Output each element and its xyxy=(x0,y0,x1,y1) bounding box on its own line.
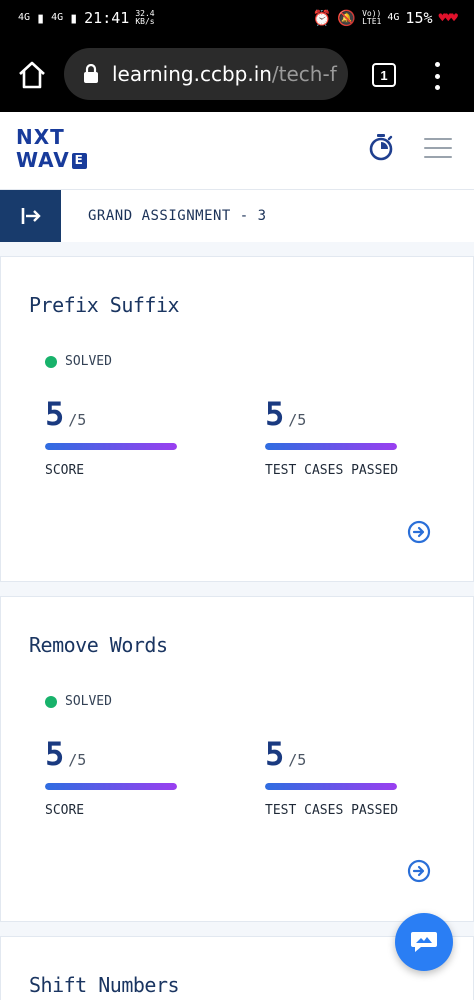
score-total: /5 xyxy=(68,411,87,429)
tests-label: TEST CASES PASSED xyxy=(265,803,399,818)
score-metric: 5/5 SCORE xyxy=(45,395,177,478)
logo-line-2: WAV E xyxy=(16,149,87,172)
tests-value: 5 xyxy=(265,735,285,773)
lte-label: LTE1 xyxy=(362,17,382,26)
score-progress-fill xyxy=(45,783,177,790)
tab-count: 1 xyxy=(380,67,388,83)
signal-icon: ▮ xyxy=(36,9,46,27)
address-bar[interactable]: learning.ccbp.in/tech-f xyxy=(64,48,348,100)
logo-line-2-text: WAV xyxy=(16,148,70,172)
lock-icon xyxy=(84,64,98,83)
hamburger-line xyxy=(424,138,452,140)
score-label: SCORE xyxy=(45,463,85,478)
hearts-icon: ♥♥♥ xyxy=(438,10,459,26)
problem-title: Remove Words xyxy=(29,633,168,657)
battery-level: 15% xyxy=(405,9,433,27)
status-text: SOLVED xyxy=(65,354,112,369)
tests-label: TEST CASES PASSED xyxy=(265,463,399,478)
score-progress-fill xyxy=(45,443,177,450)
tab-switcher-button[interactable]: 1 xyxy=(372,63,396,87)
url-host: learning.ccbp.in xyxy=(112,62,272,86)
solved-dot-icon xyxy=(45,695,57,708)
chat-icon xyxy=(411,932,437,952)
status-bar: 4G ▮ 4G ▮ 21:41 32.4 KB/s ⏰ 🔕 Vo)) LTE1 … xyxy=(0,0,474,38)
tests-metric: 5/5 TEST CASES PASSED xyxy=(265,395,398,478)
problem-title: Prefix Suffix xyxy=(29,293,180,317)
network-speed-unit: KB/s xyxy=(135,17,155,26)
problem-title: Shift Numbers xyxy=(29,973,180,997)
clock: 21:41 xyxy=(84,9,130,27)
problem-status: SOLVED xyxy=(45,694,112,709)
score-label: SCORE xyxy=(45,803,85,818)
score-progress-bar xyxy=(45,443,177,450)
score-progress-bar xyxy=(45,783,177,790)
status-bar-left: 4G ▮ 4G ▮ 21:41 32.4 KB/s xyxy=(18,9,155,27)
arrow-circle-right-icon[interactable] xyxy=(407,520,431,544)
score-value: 5 xyxy=(45,395,65,433)
sim1-network: 4G xyxy=(18,12,31,23)
sim2-network: 4G xyxy=(51,12,64,23)
stopwatch-icon[interactable] xyxy=(368,133,394,161)
assignment-title: GRAND ASSIGNMENT - 3 xyxy=(88,208,267,224)
menu-dot xyxy=(434,73,440,79)
menu-dot xyxy=(434,62,440,67)
sidebar-toggle-icon xyxy=(21,208,41,224)
score-value: 5 xyxy=(45,735,65,773)
url-path: /tech-f xyxy=(271,62,337,86)
chat-button[interactable] xyxy=(395,913,453,971)
tests-progress-bar xyxy=(265,783,397,790)
network-type: 4G xyxy=(387,12,400,23)
score-metric: 5/5 SCORE xyxy=(45,735,177,818)
solved-dot-icon xyxy=(45,355,57,368)
score-total: /5 xyxy=(68,751,87,769)
assignment-header: GRAND ASSIGNMENT - 3 xyxy=(0,190,474,242)
nxtwave-logo[interactable]: NXT WAV E xyxy=(16,126,87,172)
volte-indicator: Vo)) LTE1 xyxy=(362,10,381,26)
tests-progress-fill xyxy=(265,443,397,450)
tests-metric: 5/5 TEST CASES PASSED xyxy=(265,735,398,818)
mute-icon: 🔕 xyxy=(337,9,357,27)
menu-dot xyxy=(434,85,440,90)
problem-card[interactable]: Prefix Suffix SOLVED 5/5 SCORE 5/5 TEST … xyxy=(0,256,474,582)
signal-icon: ▮ xyxy=(69,9,79,27)
browser-toolbar: learning.ccbp.in/tech-f 1 xyxy=(0,38,474,112)
tests-value: 5 xyxy=(265,395,285,433)
sidebar-toggle-button[interactable] xyxy=(0,190,61,242)
app-header: NXT WAV E xyxy=(0,112,474,190)
hamburger-line xyxy=(424,147,452,149)
status-text: SOLVED xyxy=(65,694,112,709)
tests-total: /5 xyxy=(288,411,307,429)
network-speed: 32.4 KB/s xyxy=(135,10,154,26)
arrow-circle-right-icon[interactable] xyxy=(407,859,431,883)
home-icon[interactable] xyxy=(17,60,47,90)
tests-total: /5 xyxy=(288,751,307,769)
hamburger-line xyxy=(424,156,452,158)
hamburger-icon[interactable] xyxy=(424,138,452,158)
problem-status: SOLVED xyxy=(45,354,112,369)
logo-line-1: NXT xyxy=(16,125,65,149)
browser-menu-button[interactable] xyxy=(432,62,442,90)
tests-progress-fill xyxy=(265,783,397,790)
status-bar-right: ⏰ 🔕 Vo)) LTE1 4G 15% ♥♥♥ xyxy=(312,9,459,27)
tests-progress-bar xyxy=(265,443,397,450)
logo-box-letter: E xyxy=(71,152,87,169)
problem-card[interactable]: Remove Words SOLVED 5/5 SCORE 5/5 TEST C… xyxy=(0,596,474,922)
alarm-icon: ⏰ xyxy=(312,9,332,27)
